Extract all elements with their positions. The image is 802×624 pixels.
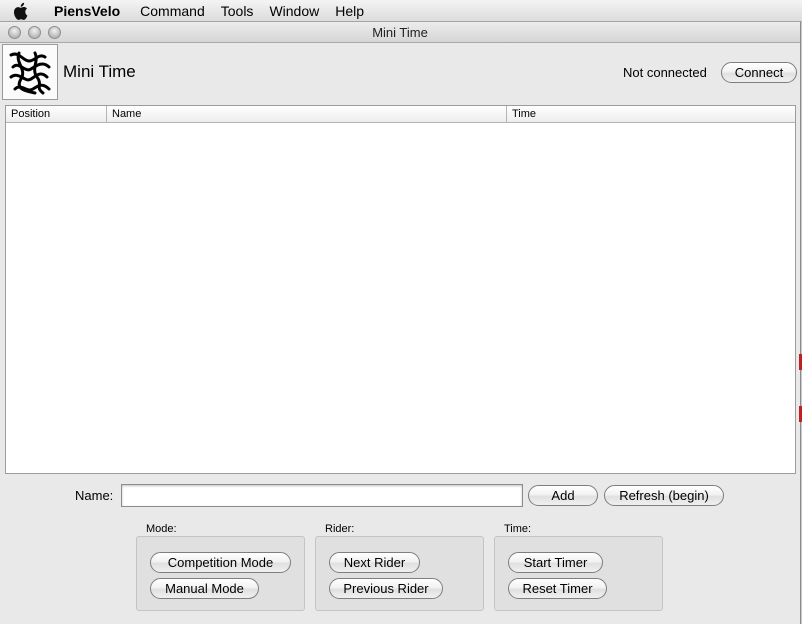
menu-window[interactable]: Window <box>261 0 327 22</box>
name-input[interactable] <box>121 484 523 507</box>
competition-mode-button[interactable]: Competition Mode <box>150 552 291 573</box>
results-table[interactable]: Position Name Time <box>5 105 796 474</box>
menu-command[interactable]: Command <box>132 0 213 22</box>
rider-group <box>315 536 484 611</box>
window-title: Mini Time <box>372 25 428 40</box>
table-body[interactable] <box>6 124 795 473</box>
title-bar[interactable]: Mini Time <box>0 22 800 43</box>
previous-rider-button[interactable]: Previous Rider <box>329 578 443 599</box>
app-logo-icon <box>9 51 51 95</box>
rider-group-label: Rider: <box>325 523 355 535</box>
app-title: Mini Time <box>63 62 136 81</box>
apple-menu-icon[interactable] <box>0 0 44 22</box>
column-header-position[interactable]: Position <box>6 106 107 122</box>
column-header-time[interactable]: Time <box>507 106 795 122</box>
menu-help[interactable]: Help <box>327 0 372 22</box>
time-group-label: Time: <box>504 523 532 535</box>
connection-status: Not connected <box>623 65 707 80</box>
mode-group-label: Mode: <box>146 523 177 535</box>
connect-button[interactable]: Connect <box>721 62 797 83</box>
start-timer-button[interactable]: Start Timer <box>508 552 603 573</box>
table-header: Position Name Time <box>6 106 795 123</box>
mode-group <box>136 536 305 611</box>
time-group <box>494 536 663 611</box>
reset-timer-button[interactable]: Reset Timer <box>508 578 607 599</box>
column-header-name[interactable]: Name <box>107 106 507 122</box>
manual-mode-button[interactable]: Manual Mode <box>150 578 259 599</box>
main-window: Mini Time Mini Time Not connected Connec… <box>0 22 801 624</box>
app-logo <box>2 44 58 100</box>
refresh-button[interactable]: Refresh (begin) <box>604 485 724 506</box>
menu-bar: PiensVelo Command Tools Window Help <box>0 0 802 22</box>
next-rider-button[interactable]: Next Rider <box>329 552 420 573</box>
menu-app-name[interactable]: PiensVelo <box>44 0 132 22</box>
name-label: Name: <box>75 488 114 503</box>
add-button[interactable]: Add <box>528 485 598 506</box>
menu-tools[interactable]: Tools <box>213 0 262 22</box>
